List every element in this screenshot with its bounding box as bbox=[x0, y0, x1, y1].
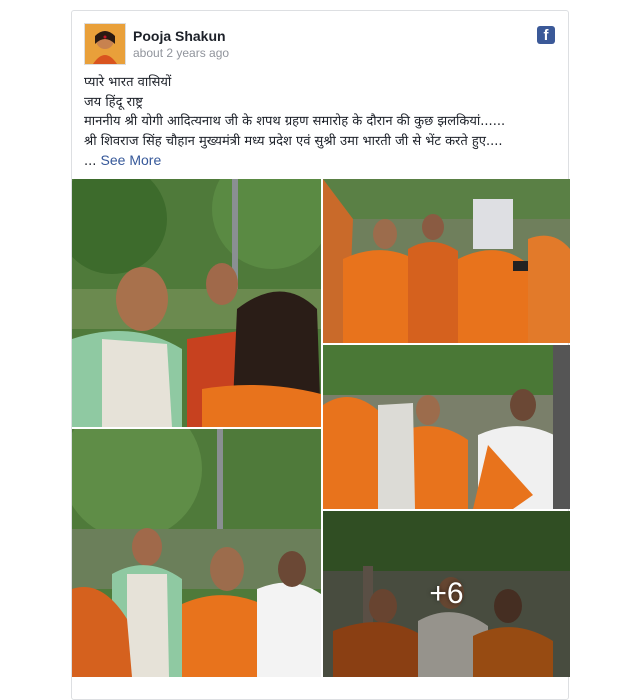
post-line: जय हिंदू राष्ट्र bbox=[84, 94, 143, 110]
post-line-last: ... See More bbox=[84, 152, 162, 169]
see-more-link[interactable]: See More bbox=[101, 152, 162, 168]
facebook-post-card: Pooja Shakun about 2 years ago f प्यारे … bbox=[71, 10, 570, 700]
gallery-photo-1[interactable] bbox=[72, 179, 321, 427]
post-line: माननीय श्री योगी आदित्यनाथ जी के शपथ ग्र… bbox=[84, 114, 506, 129]
author-name[interactable]: Pooja Shakun bbox=[133, 28, 226, 44]
post-timestamp[interactable]: about 2 years ago bbox=[133, 46, 229, 60]
gallery-photo-2[interactable] bbox=[323, 179, 570, 343]
more-photos-count[interactable]: +6 bbox=[323, 511, 570, 677]
gallery-photo-4[interactable] bbox=[72, 429, 321, 677]
gallery-photo-5[interactable]: +6 bbox=[323, 511, 570, 677]
facebook-icon[interactable]: f bbox=[537, 26, 555, 44]
post-text: प्यारे भारत वासियों जय हिंदू राष्ट्र मान… bbox=[84, 73, 564, 172]
author-avatar[interactable] bbox=[84, 23, 126, 65]
gallery-photo-3[interactable] bbox=[323, 345, 570, 509]
post-line: श्री शिवराज सिंह चौहान मुख्यमंत्री मध्य … bbox=[84, 133, 503, 149]
post-line: प्यारे भारत वासियों bbox=[84, 75, 172, 90]
